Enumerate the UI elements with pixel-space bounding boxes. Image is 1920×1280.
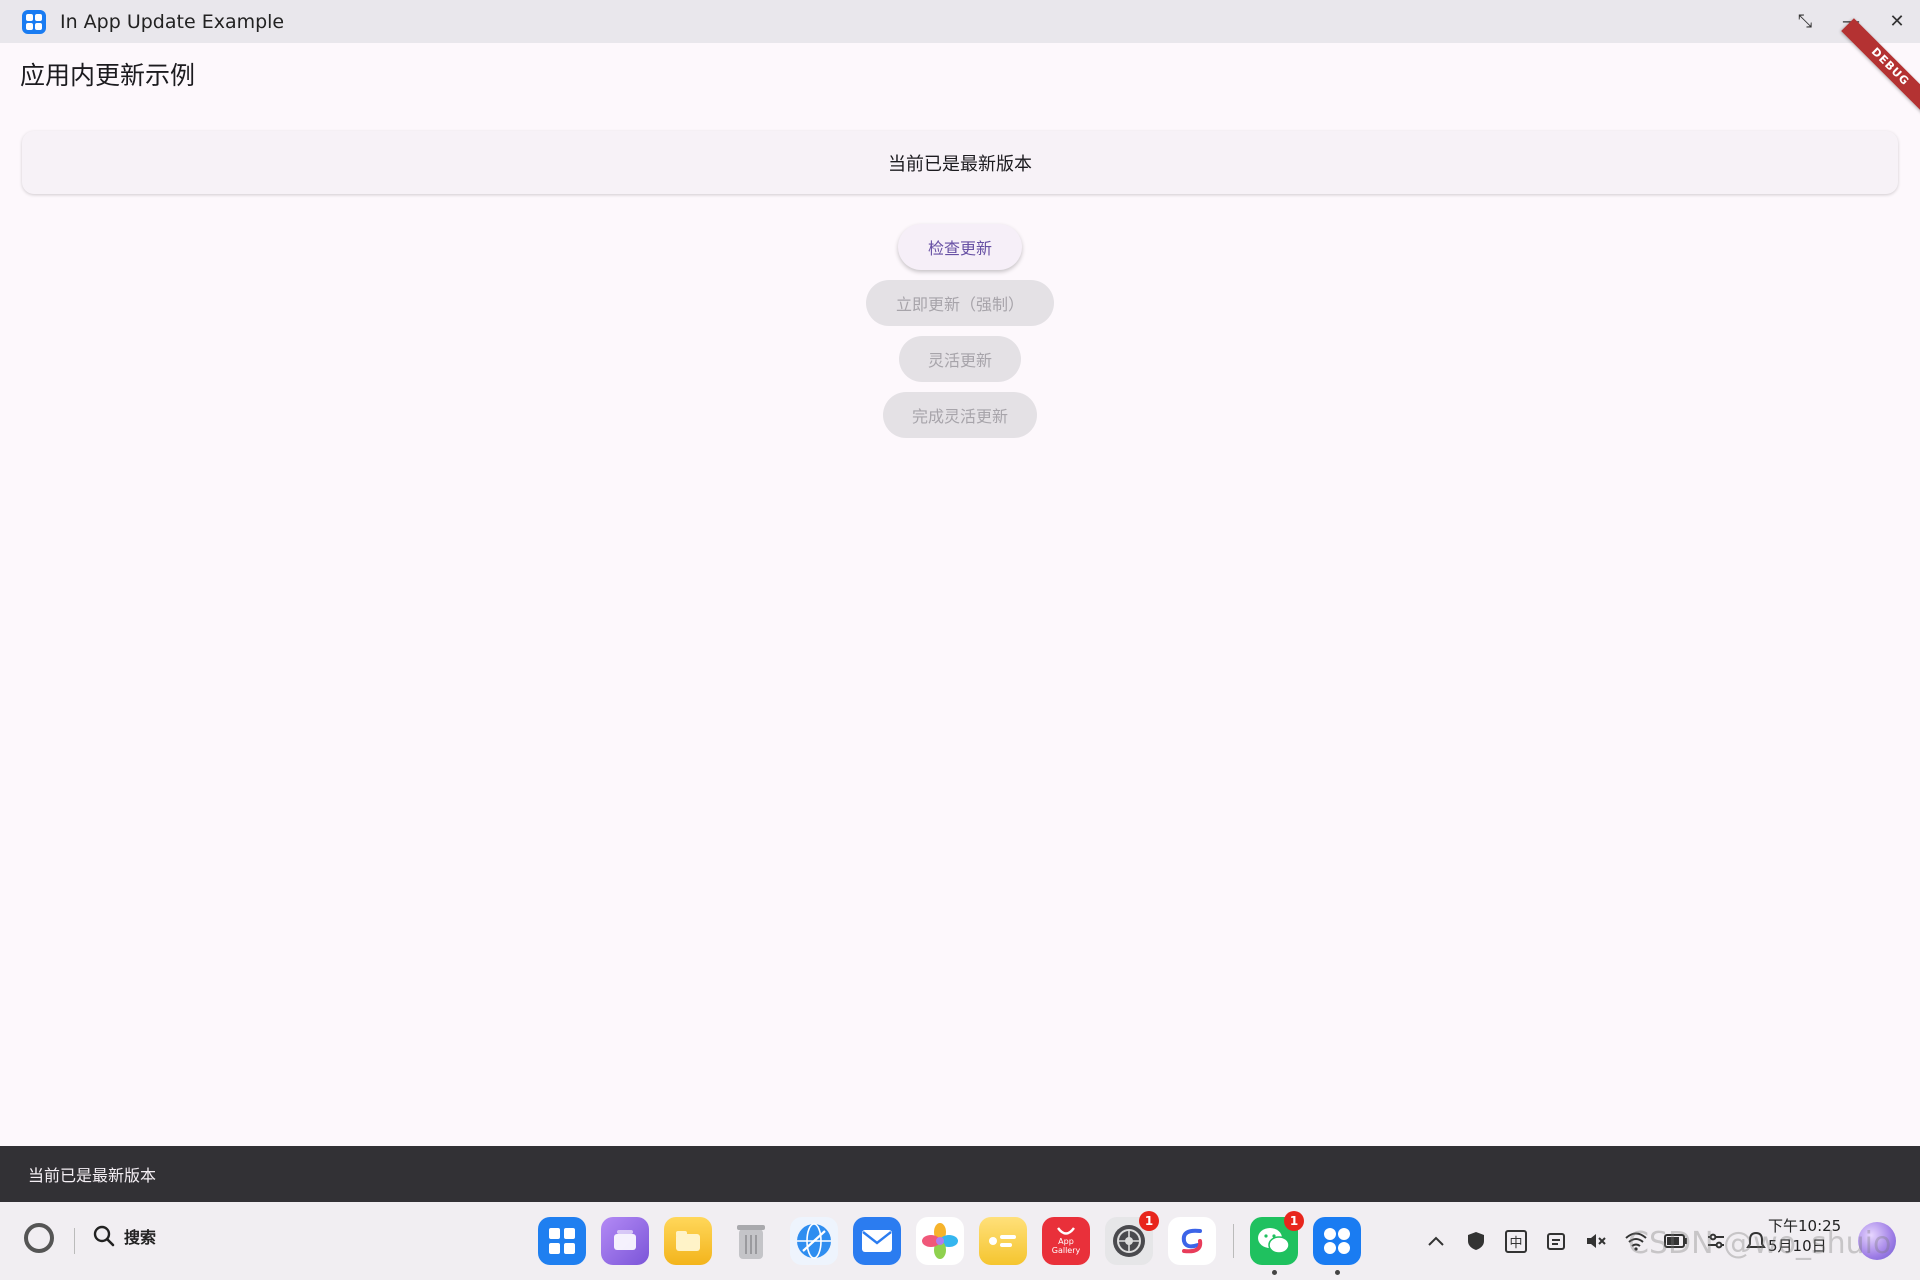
settings-badge: 1 [1139,1211,1159,1231]
wechat-icon[interactable]: 1 [1250,1211,1304,1275]
taskbar-search[interactable]: 搜索 [92,1224,156,1248]
running-app-icon[interactable] [1313,1217,1361,1275]
running-indicator [1272,1270,1277,1275]
window-title: In App Update Example [60,10,285,33]
wechat-badge: 1 [1284,1211,1304,1231]
close-icon: ✕ [1889,11,1905,32]
mail-icon[interactable] [853,1217,901,1265]
restore-icon: ⤡ [1797,11,1813,32]
system-tray: 中 [1416,1224,1776,1258]
search-label: 搜索 [124,1228,157,1247]
dock-divider [1233,1224,1234,1258]
status-card: 当前已是最新版本 [22,131,1898,194]
window-title-bar: In App Update Example ⤡ — ✕ [0,0,1920,43]
flexible-update-button[interactable]: 灵活更新 [899,336,1021,382]
start-button[interactable] [24,1223,54,1253]
files-icon[interactable] [664,1217,712,1265]
search-icon [93,1225,115,1247]
multitask-icon[interactable] [601,1217,649,1265]
complete-flexible-update-button[interactable]: 完成灵活更新 [883,392,1037,438]
battery-icon[interactable] [1656,1224,1696,1258]
browser-icon[interactable] [790,1217,838,1265]
gallery-icon[interactable] [916,1217,964,1265]
trash-icon[interactable] [727,1217,775,1265]
running-indicator [1335,1270,1340,1275]
shield-icon[interactable] [1456,1224,1496,1258]
taskbar: 搜索 App Gallery 1 1 中 下午10:25 5月10日 [0,1202,1920,1280]
dock: App Gallery 1 1 [538,1211,1376,1275]
taskbar-divider [74,1228,75,1254]
clipboard-icon[interactable] [1536,1224,1576,1258]
settings-icon[interactable]: 1 [1105,1211,1159,1265]
clock-time: 下午10:25 [1768,1217,1842,1235]
input-method-label: 中 [1505,1229,1527,1253]
app-gallery-icon[interactable]: App Gallery [1042,1217,1090,1265]
restore-button[interactable]: ⤡ [1782,0,1828,43]
notes-icon[interactable] [979,1217,1027,1265]
app-icon [22,9,46,34]
snackbar-text: 当前已是最新版本 [28,1166,157,1185]
assistant-icon[interactable] [1168,1217,1216,1265]
launcher-icon[interactable] [538,1217,586,1265]
clock-date: 5月10日 [1768,1237,1827,1255]
close-button[interactable]: ✕ [1874,0,1920,43]
immediate-update-button[interactable]: 立即更新（强制） [866,280,1054,326]
page-title: 应用内更新示例 [20,61,196,90]
volume-muted-icon[interactable] [1576,1224,1616,1258]
app-gallery-label: App Gallery [1051,1237,1081,1255]
control-center-icon[interactable] [1696,1224,1736,1258]
taskbar-clock[interactable]: 下午10:25 5月10日 [1768,1216,1841,1256]
check-update-button[interactable]: 检查更新 [898,224,1022,270]
input-method-icon[interactable]: 中 [1496,1224,1536,1258]
snackbar: 当前已是最新版本 [0,1146,1920,1202]
status-text: 当前已是最新版本 [888,153,1032,175]
wifi-icon[interactable] [1616,1224,1656,1258]
chevron-up-icon[interactable] [1416,1224,1456,1258]
avatar[interactable] [1858,1222,1896,1260]
